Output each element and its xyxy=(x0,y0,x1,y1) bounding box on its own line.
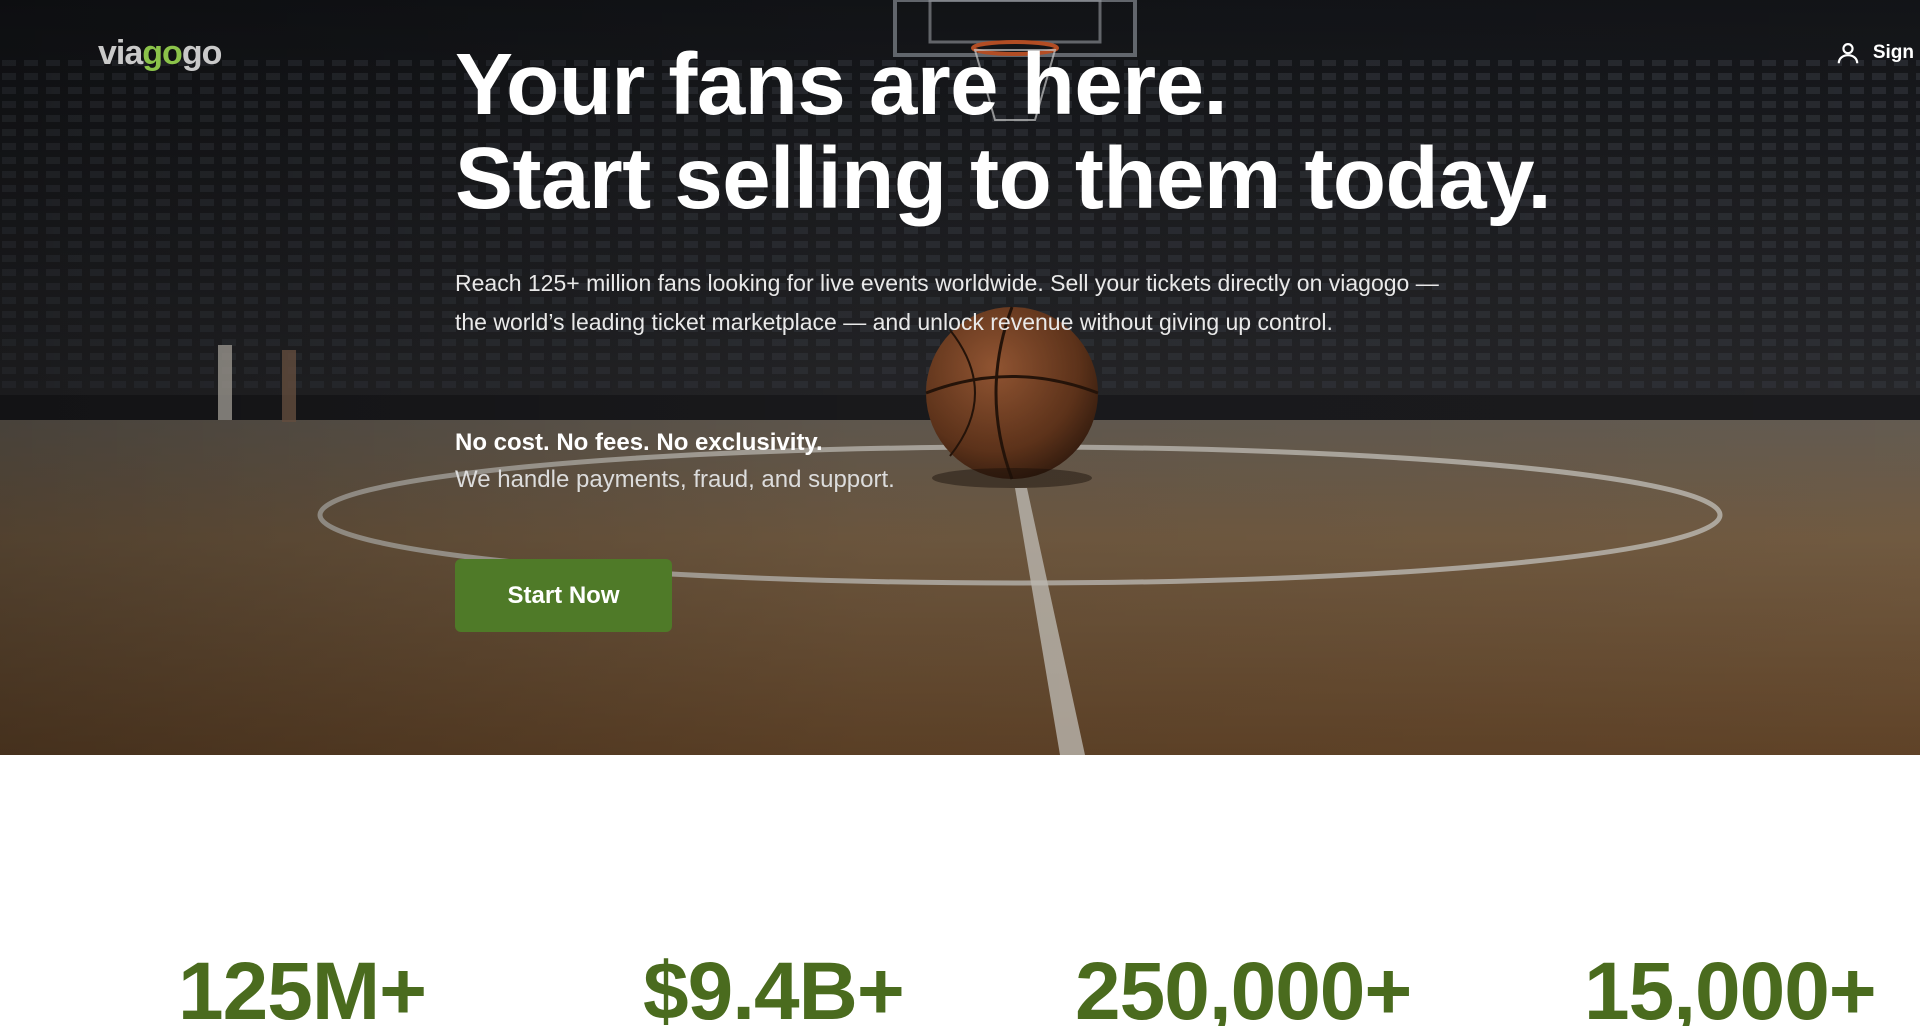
start-now-button[interactable]: Start Now xyxy=(455,559,672,632)
stat-revenue: $9.4B+ xyxy=(643,946,905,1026)
user-icon xyxy=(1837,43,1859,64)
stat-events: 15,000+ xyxy=(1584,946,1877,1026)
stats-section: 125M+ $9.4B+ 250,000+ 15,000+ xyxy=(0,755,1920,1026)
hero-description: Reach 125+ million fans looking for live… xyxy=(455,270,1439,335)
logo-text-via: via xyxy=(98,34,143,72)
stat-fans: 125M+ xyxy=(178,946,427,1026)
sign-in-label: Sign xyxy=(1872,42,1914,63)
hero-value-proposition: No cost. No fees. No exclusivity. xyxy=(455,429,823,456)
hero-title-line-2: Start selling to them today. xyxy=(455,130,1552,227)
logo-text-go: go xyxy=(142,34,183,72)
hero-title-line-1: Your fans are here. xyxy=(455,36,1228,133)
logo-text-go-end: go xyxy=(181,34,223,72)
page: viagogo Sign Your fans are here. Start s… xyxy=(0,0,1920,1026)
hero-section: viagogo Sign Your fans are here. Start s… xyxy=(0,0,1920,755)
stat-sellers: 250,000+ xyxy=(1075,946,1412,1026)
hero-support-text: We handle payments, fraud, and support. xyxy=(455,466,895,493)
sign-in-button[interactable]: Sign xyxy=(1835,40,1920,66)
hero-title: Your fans are here. Start selling to the… xyxy=(455,36,1552,227)
viagogo-logo[interactable]: viagogo xyxy=(98,34,223,73)
